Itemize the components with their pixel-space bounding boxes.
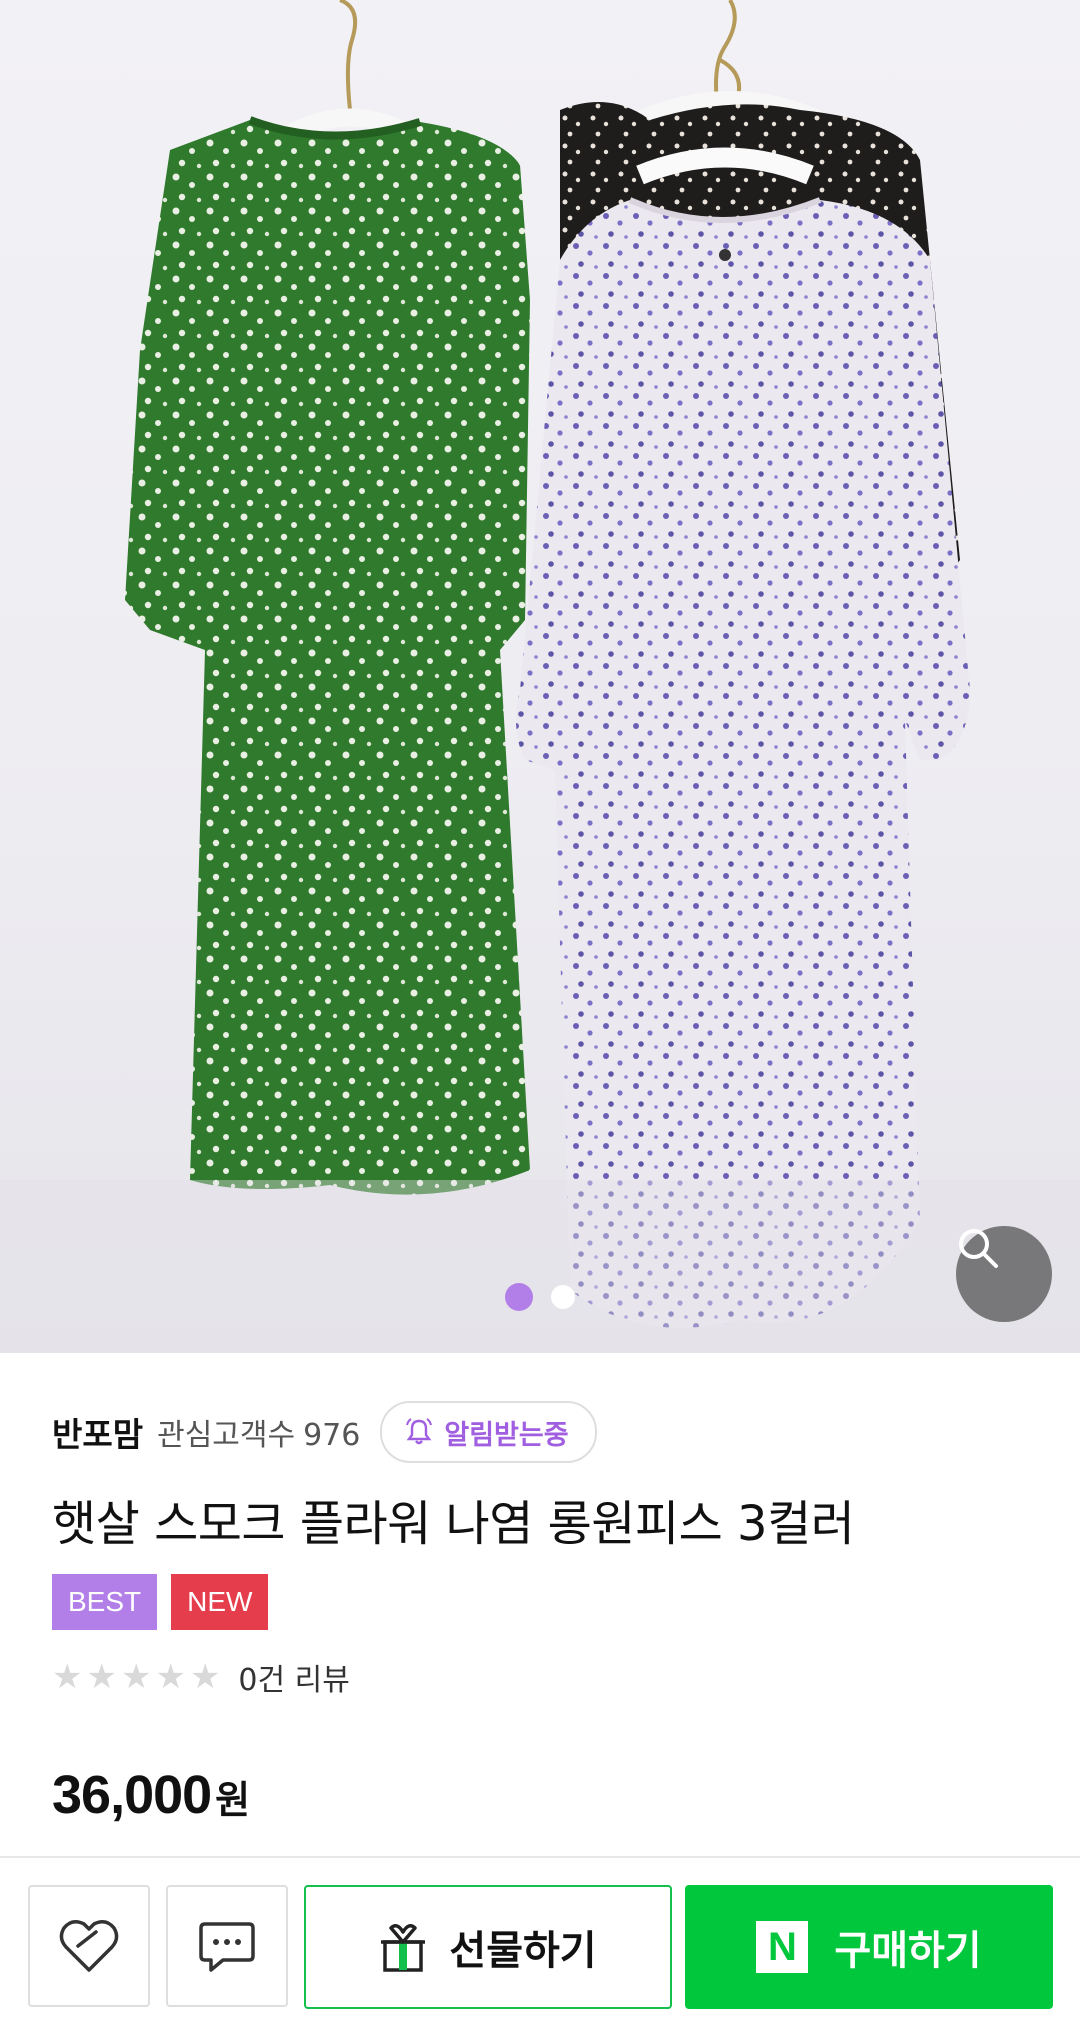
heart-icon xyxy=(59,1920,119,1972)
naver-pay-logo: N xyxy=(756,1921,809,1973)
search-icon xyxy=(959,1229,998,1268)
price-value: 36,000 xyxy=(52,1765,212,1825)
gift-label: 선물하기 xyxy=(449,1928,597,1974)
bottom-action-bar: 선물하기 N 구매하기 xyxy=(0,1856,1080,2022)
alert-label: 알림받는중 xyxy=(444,1419,569,1451)
followers-count: 976 xyxy=(303,1418,361,1453)
buy-button[interactable]: N 구매하기 xyxy=(685,1885,1053,2009)
followers-info: 관심고객수 976 xyxy=(157,1410,360,1454)
seller-row: 반포맘 관심고객수 976 알림받는중 xyxy=(52,1400,1028,1464)
chat-icon xyxy=(199,1922,255,1972)
review-count[interactable]: 0건 리뷰 xyxy=(238,1655,349,1699)
alert-toggle-button[interactable]: 알림받는중 xyxy=(380,1401,597,1463)
product-image[interactable] xyxy=(0,0,1080,1353)
seller-name[interactable]: 반포맘 xyxy=(52,1408,143,1456)
price-row: 36,000 원 xyxy=(52,1764,1028,1826)
star-icon: ★ xyxy=(86,1657,117,1697)
currency-unit: 원 xyxy=(215,1778,251,1822)
page-dot-1[interactable] xyxy=(505,1283,533,1311)
star-icon: ★ xyxy=(120,1657,152,1697)
image-page-indicator[interactable] xyxy=(0,1283,1080,1311)
buy-label: 구매하기 xyxy=(834,1928,982,1974)
dress-photo xyxy=(0,0,1080,1353)
zoom-button[interactable] xyxy=(956,1226,1052,1322)
page-dot-2[interactable] xyxy=(551,1285,575,1309)
chat-button[interactable] xyxy=(166,1885,288,2007)
star-icon: ★ xyxy=(52,1657,83,1697)
gift-icon xyxy=(381,1924,426,1972)
star-icon: ★ xyxy=(155,1657,186,1697)
followers-label: 관심고객수 xyxy=(157,1418,296,1453)
like-button[interactable] xyxy=(28,1885,150,2007)
bell-icon xyxy=(406,1418,433,1445)
rating-stars: ★ ★ ★ ★ ★ xyxy=(52,1660,220,1694)
product-info: 반포맘 관심고객수 976 알림받는중 햇살 스모크 플라워 나염 롱원피스 3컬… xyxy=(52,1400,1028,1826)
product-title: 햇살 스모크 플라워 나염 롱원피스 3컬러 xyxy=(52,1496,855,1552)
star-icon: ★ xyxy=(189,1657,221,1697)
gift-button[interactable]: 선물하기 xyxy=(304,1885,672,2009)
best-badge: BEST xyxy=(52,1574,158,1630)
rating-row[interactable]: ★ ★ ★ ★ ★ 0건 리뷰 xyxy=(52,1652,1028,1702)
badge-row: BEST NEW xyxy=(52,1574,1028,1630)
new-badge: NEW xyxy=(171,1574,269,1630)
